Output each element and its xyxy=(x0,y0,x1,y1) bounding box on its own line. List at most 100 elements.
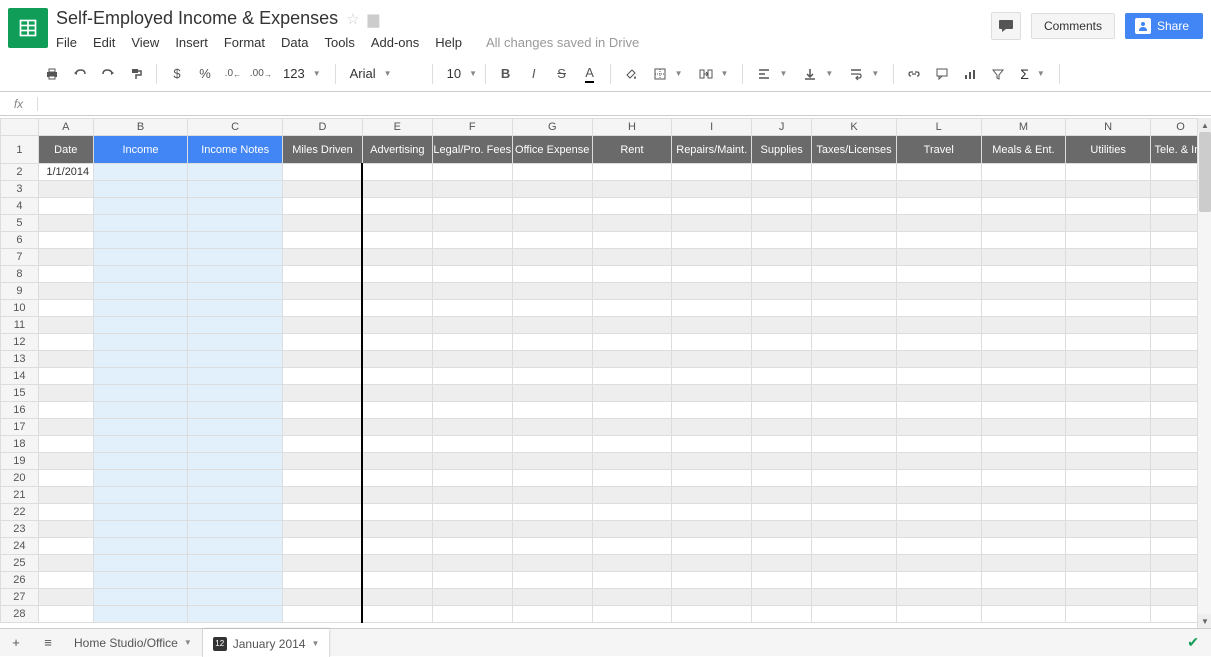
cell[interactable] xyxy=(981,419,1066,436)
cell[interactable] xyxy=(283,266,363,283)
cell[interactable] xyxy=(188,555,283,572)
cell[interactable] xyxy=(672,470,752,487)
cell[interactable] xyxy=(188,368,283,385)
cell[interactable] xyxy=(672,249,752,266)
cell[interactable] xyxy=(432,419,512,436)
cell[interactable] xyxy=(592,606,672,623)
cell[interactable] xyxy=(592,538,672,555)
cell[interactable] xyxy=(896,215,981,232)
cell[interactable] xyxy=(592,283,672,300)
cell[interactable] xyxy=(672,351,752,368)
cell[interactable] xyxy=(981,436,1066,453)
cell[interactable] xyxy=(38,402,93,419)
cell[interactable] xyxy=(188,521,283,538)
cell[interactable] xyxy=(592,215,672,232)
row-header[interactable]: 23 xyxy=(1,521,39,538)
cell[interactable] xyxy=(432,249,512,266)
cell[interactable] xyxy=(672,487,752,504)
column-header[interactable]: G xyxy=(512,119,592,136)
menu-add-ons[interactable]: Add-ons xyxy=(371,35,419,50)
cell[interactable] xyxy=(38,589,93,606)
cell[interactable] xyxy=(38,266,93,283)
column-header[interactable]: F xyxy=(432,119,512,136)
cell[interactable] xyxy=(752,232,812,249)
menu-view[interactable]: View xyxy=(131,35,159,50)
cell[interactable] xyxy=(981,317,1066,334)
all-sheets-button[interactable]: ≡ xyxy=(32,629,64,657)
sheet-tab-january[interactable]: 12 January 2014 ▼ xyxy=(203,629,331,657)
cell[interactable] xyxy=(188,419,283,436)
row-header[interactable]: 18 xyxy=(1,436,39,453)
cell[interactable] xyxy=(283,164,363,181)
cell[interactable] xyxy=(752,334,812,351)
cell[interactable] xyxy=(981,232,1066,249)
cell[interactable] xyxy=(1066,572,1151,589)
cell[interactable] xyxy=(896,504,981,521)
cell[interactable] xyxy=(812,249,897,266)
cell[interactable] xyxy=(812,198,897,215)
cell[interactable] xyxy=(93,487,188,504)
cell[interactable] xyxy=(981,266,1066,283)
data-header-cell[interactable]: Utilities xyxy=(1066,136,1151,164)
cell[interactable] xyxy=(188,181,283,198)
cell[interactable] xyxy=(812,351,897,368)
cell[interactable] xyxy=(812,572,897,589)
data-header-cell[interactable]: Income Notes xyxy=(188,136,283,164)
cell[interactable] xyxy=(188,249,283,266)
cell[interactable] xyxy=(1066,249,1151,266)
cell[interactable] xyxy=(672,164,752,181)
cell[interactable] xyxy=(1066,351,1151,368)
cell[interactable] xyxy=(38,436,93,453)
cell[interactable] xyxy=(38,453,93,470)
cell[interactable] xyxy=(512,215,592,232)
cell[interactable] xyxy=(283,249,363,266)
cell[interactable] xyxy=(283,419,363,436)
undo-icon[interactable] xyxy=(68,62,92,86)
cell[interactable] xyxy=(812,317,897,334)
cell[interactable] xyxy=(432,504,512,521)
cell[interactable] xyxy=(752,300,812,317)
valign-dropdown[interactable]: ▼ xyxy=(797,67,839,81)
cell[interactable] xyxy=(672,283,752,300)
cell[interactable] xyxy=(812,470,897,487)
cell[interactable] xyxy=(432,555,512,572)
cell[interactable] xyxy=(592,181,672,198)
cell[interactable] xyxy=(752,521,812,538)
row-header[interactable]: 16 xyxy=(1,402,39,419)
cell[interactable] xyxy=(752,436,812,453)
cell[interactable] xyxy=(432,453,512,470)
row-header[interactable]: 15 xyxy=(1,385,39,402)
cell[interactable] xyxy=(432,283,512,300)
cell[interactable] xyxy=(38,521,93,538)
column-header[interactable]: B xyxy=(93,119,188,136)
cell[interactable] xyxy=(896,300,981,317)
text-color-button[interactable]: A xyxy=(578,62,602,86)
cell[interactable] xyxy=(512,521,592,538)
document-title[interactable]: Self-Employed Income & Expenses xyxy=(56,8,338,29)
cell[interactable] xyxy=(896,181,981,198)
data-header-cell[interactable]: Legal/Pro. Fees xyxy=(432,136,512,164)
menu-format[interactable]: Format xyxy=(224,35,265,50)
cell[interactable] xyxy=(38,283,93,300)
cell[interactable] xyxy=(188,487,283,504)
cell[interactable] xyxy=(432,198,512,215)
cell[interactable] xyxy=(592,402,672,419)
row-header[interactable]: 28 xyxy=(1,606,39,623)
cell[interactable] xyxy=(812,555,897,572)
cell[interactable] xyxy=(981,504,1066,521)
cell[interactable] xyxy=(896,487,981,504)
cell[interactable] xyxy=(981,198,1066,215)
cell[interactable] xyxy=(896,283,981,300)
column-header[interactable]: E xyxy=(362,119,432,136)
cell[interactable] xyxy=(93,419,188,436)
cell[interactable] xyxy=(362,572,432,589)
add-sheet-button[interactable]: + xyxy=(0,629,32,657)
cell[interactable] xyxy=(981,351,1066,368)
cell[interactable] xyxy=(752,589,812,606)
cell[interactable] xyxy=(283,402,363,419)
cell[interactable] xyxy=(283,334,363,351)
cell[interactable] xyxy=(592,572,672,589)
comments-button[interactable]: Comments xyxy=(1031,13,1115,39)
scroll-thumb[interactable] xyxy=(1199,132,1211,212)
cell[interactable] xyxy=(283,283,363,300)
